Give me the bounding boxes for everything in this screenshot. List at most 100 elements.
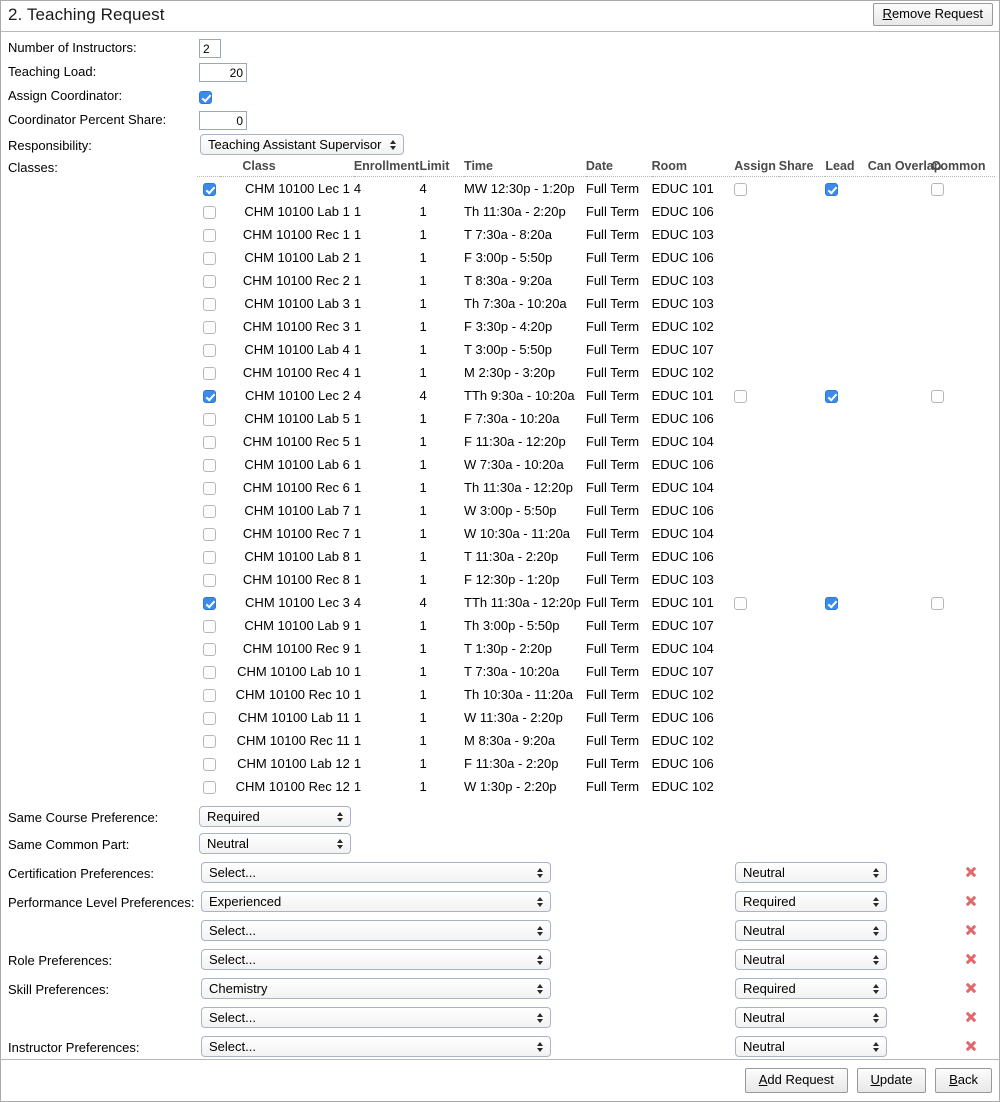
row-select-checkbox[interactable] — [203, 527, 216, 541]
preference-value-select[interactable]: Select... — [201, 862, 551, 883]
row-select-checkbox[interactable] — [203, 343, 216, 357]
row-select-checkbox[interactable] — [203, 688, 216, 702]
table-row: CHM 10100 Lab 9 1 1 Th 3:00p - 5:50p Full Te… — [197, 614, 995, 637]
assign-checkbox[interactable] — [734, 182, 748, 196]
preference-level-select[interactable]: Neutral — [735, 1007, 887, 1028]
row-select-checkbox[interactable] — [203, 458, 216, 472]
row-select-checkbox[interactable] — [203, 297, 216, 311]
common-checkbox-cell — [931, 568, 995, 591]
update-button[interactable]: Update — [856, 1068, 927, 1093]
preference-row: Select... Neutral — [1, 919, 999, 948]
class-name: CHM 10100 Rec 3 — [242, 318, 350, 334]
delete-x-icon[interactable] — [964, 981, 977, 994]
row-select-checkbox[interactable] — [203, 274, 216, 288]
preference-value-select[interactable]: Select... — [201, 949, 551, 970]
assign-checkbox-cell — [734, 246, 779, 269]
assign-coordinator-checkbox[interactable] — [199, 91, 212, 105]
row-select-checkbox[interactable] — [203, 251, 216, 265]
delete-x-icon[interactable] — [964, 1010, 977, 1023]
can-overlap-cell — [868, 706, 932, 729]
common-checkbox[interactable] — [931, 389, 945, 403]
responsibility-select[interactable]: Teaching Assistant Supervisor — [200, 134, 405, 155]
share-cell — [779, 200, 826, 223]
preference-row: Certification Preferences: Select... Neutr… — [1, 861, 999, 890]
class-name: CHM 10100 Lab 3 — [244, 295, 350, 311]
common-checkbox-cell — [931, 361, 995, 384]
delete-x-icon[interactable] — [964, 1039, 977, 1052]
preference-level-select[interactable]: Neutral — [735, 1036, 887, 1057]
table-row: CHM 10100 Lab 10 1 1 T 7:30a - 10:20a Full T… — [197, 660, 995, 683]
back-button[interactable]: Back — [935, 1068, 992, 1093]
preference-value-select[interactable]: Chemistry — [201, 978, 551, 999]
preference-row-label: Instructor Preferences: — [8, 1040, 140, 1055]
common-checkbox[interactable] — [931, 182, 945, 196]
row-select-checkbox[interactable] — [203, 435, 216, 449]
delete-x-icon[interactable] — [964, 952, 977, 965]
preference-value-select[interactable]: Select... — [201, 1007, 551, 1028]
share-cell — [779, 729, 826, 752]
enrollment-value: 1 — [353, 640, 362, 656]
same-course-preference-select[interactable]: Required — [199, 806, 351, 827]
preference-level-select[interactable]: Required — [735, 978, 887, 999]
row-select-checkbox[interactable] — [203, 182, 216, 196]
row-select-checkbox[interactable] — [203, 573, 216, 587]
row-select-checkbox[interactable] — [203, 642, 216, 656]
assign-checkbox[interactable] — [734, 596, 748, 610]
assign-checkbox-cell — [734, 729, 779, 752]
row-select-checkbox[interactable] — [203, 205, 216, 219]
row-select-checkbox[interactable] — [203, 734, 216, 748]
row-select-checkbox[interactable] — [203, 481, 216, 495]
row-select-checkbox[interactable] — [203, 366, 216, 380]
row-select-checkbox[interactable] — [203, 757, 216, 771]
row-select-checkbox[interactable] — [203, 711, 216, 725]
lead-checkbox[interactable] — [825, 182, 839, 196]
remove-request-button[interactable]: Remove Request — [872, 3, 993, 26]
row-select-checkbox[interactable] — [203, 619, 216, 633]
preference-level-select[interactable]: Neutral — [735, 920, 887, 941]
preference-level-select[interactable]: Required — [735, 891, 887, 912]
preference-level-select[interactable]: Neutral — [735, 949, 887, 970]
preference-delete-cell — [964, 1010, 977, 1026]
delete-x-icon[interactable] — [964, 894, 977, 907]
same-common-part-select[interactable]: Neutral — [199, 833, 351, 854]
table-row: CHM 10100 Lec 3 4 4 TTh 11:30a - 12:20p Full… — [197, 591, 995, 614]
assign-checkbox-cell — [734, 315, 779, 338]
can-overlap-cell — [868, 683, 932, 706]
lead-checkbox-cell — [825, 384, 867, 407]
delete-x-icon[interactable] — [964, 923, 977, 936]
limit-value: 1 — [419, 502, 427, 518]
common-checkbox[interactable] — [931, 596, 945, 610]
teaching-load-input[interactable] — [199, 63, 247, 82]
add-request-button[interactable]: Add Request — [744, 1068, 848, 1093]
row-select-checkbox[interactable] — [203, 389, 216, 403]
preference-level-select-value: Required — [743, 894, 796, 909]
preference-value-select[interactable]: Select... — [201, 920, 551, 941]
time-value: MW 12:30p - 1:20p — [464, 180, 575, 196]
row-select-checkbox[interactable] — [203, 412, 216, 426]
assign-checkbox-cell — [734, 407, 779, 430]
lead-checkbox-cell — [825, 568, 867, 591]
assign-checkbox[interactable] — [734, 389, 748, 403]
row-select-checkbox[interactable] — [203, 596, 216, 610]
update-label: pdate — [879, 1072, 913, 1087]
row-select-checkbox[interactable] — [203, 320, 216, 334]
preference-level-select[interactable]: Neutral — [735, 862, 887, 883]
coordinator-percent-share-input[interactable] — [199, 111, 247, 130]
row-select-checkbox[interactable] — [203, 780, 216, 794]
number-of-instructors-input[interactable] — [199, 39, 221, 58]
common-checkbox-cell — [931, 545, 995, 568]
row-select-checkbox[interactable] — [203, 550, 216, 564]
row-select-checkbox[interactable] — [203, 665, 216, 679]
enrollment-value: 1 — [353, 272, 362, 288]
time-value: Th 3:00p - 5:50p — [464, 617, 560, 633]
row-select-checkbox[interactable] — [203, 504, 216, 518]
lead-checkbox[interactable] — [825, 596, 839, 610]
preference-value-select[interactable]: Select... — [201, 1036, 551, 1057]
class-name: CHM 10100 Rec 10 — [235, 686, 350, 702]
lead-checkbox[interactable] — [825, 389, 839, 403]
delete-x-icon[interactable] — [964, 865, 977, 878]
lead-checkbox-cell — [825, 499, 867, 522]
row-select-checkbox[interactable] — [203, 228, 216, 242]
enrollment-value: 1 — [353, 433, 362, 449]
preference-value-select[interactable]: Experienced — [201, 891, 551, 912]
